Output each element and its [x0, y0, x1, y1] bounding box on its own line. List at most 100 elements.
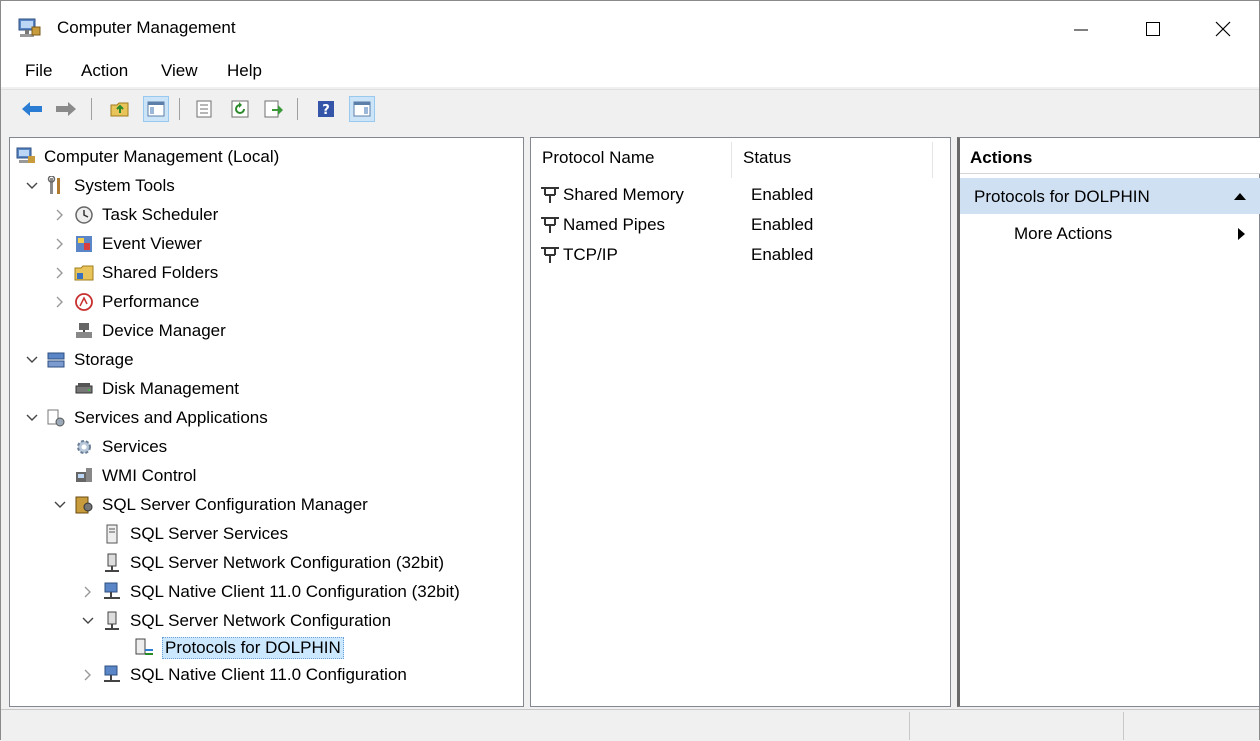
chevron-down-icon[interactable] — [24, 352, 40, 368]
tree-item-sql-native-client[interactable]: SQL Native Client 11.0 Configuration — [80, 662, 407, 688]
tree-item-performance[interactable]: Performance — [52, 289, 199, 315]
collapse-up-icon[interactable] — [1234, 192, 1246, 200]
chevron-down-icon[interactable] — [24, 410, 40, 426]
native-client-icon — [104, 665, 120, 682]
list-item[interactable]: Shared Memory Enabled — [539, 182, 939, 208]
chevron-right-icon[interactable] — [80, 667, 96, 683]
tree-label: Computer Management (Local) — [44, 147, 280, 166]
status-separator — [909, 712, 910, 740]
minimize-button[interactable] — [1051, 1, 1111, 57]
close-button[interactable] — [1193, 1, 1253, 57]
actions-section-protocols[interactable]: Protocols for DOLPHIN — [960, 178, 1260, 214]
list-item[interactable]: TCP/IP Enabled — [539, 242, 939, 268]
export-list-icon — [264, 100, 283, 118]
column-header-status[interactable]: Status — [743, 148, 791, 168]
toolbar-separator — [91, 98, 92, 120]
refresh-icon — [231, 100, 249, 118]
refresh-button[interactable] — [227, 96, 253, 122]
gear-icon — [77, 440, 91, 454]
submenu-arrow-icon[interactable] — [1238, 228, 1246, 240]
chevron-right-icon[interactable] — [52, 265, 68, 281]
tree-item-shared-folders[interactable]: Shared Folders — [52, 260, 218, 286]
tree-label: Protocols for DOLPHIN — [162, 637, 344, 659]
show-hide-action-pane-icon — [353, 101, 371, 117]
tree-label: Shared Folders — [102, 263, 219, 282]
back-button[interactable] — [19, 96, 45, 122]
computer-management-window: Computer Management File Action View Hel… — [0, 0, 1260, 741]
menu-file[interactable]: File — [25, 61, 52, 81]
window-title: Computer Management — [57, 18, 236, 37]
tree-label: SQL Native Client 11.0 Configuration (32… — [130, 582, 460, 601]
menu-help[interactable]: Help — [227, 61, 262, 81]
maximize-button[interactable] — [1123, 1, 1183, 57]
tree-label: SQL Server Configuration Manager — [102, 495, 368, 514]
protocols-icon — [135, 638, 153, 655]
chevron-right-icon[interactable] — [80, 584, 96, 600]
protocol-name: Shared Memory — [563, 185, 684, 204]
tree-item-sql-config-manager[interactable]: SQL Server Configuration Manager — [52, 492, 368, 518]
tree-label: WMI Control — [102, 466, 197, 485]
status-separator — [1123, 712, 1124, 740]
protocol-icon — [541, 217, 559, 233]
tree-item-system-tools[interactable]: System Tools — [24, 173, 175, 199]
menu-bar: File Action View Help — [1, 57, 1259, 87]
export-list-button[interactable] — [261, 96, 287, 122]
navigation-tree[interactable]: Computer Management (Local) System Tools… — [9, 137, 524, 707]
tree-item-services[interactable]: Services — [74, 434, 167, 460]
event-viewer-icon — [76, 236, 92, 252]
tree-label: SQL Server Network Configuration (32bit) — [130, 553, 445, 572]
chevron-right-icon[interactable] — [52, 236, 68, 252]
column-separator[interactable] — [932, 142, 933, 178]
chevron-down-icon[interactable] — [80, 613, 96, 629]
chevron-down-icon[interactable] — [24, 178, 40, 194]
help-button[interactable]: ? — [313, 96, 339, 122]
menu-action[interactable]: Action — [81, 61, 128, 81]
tree-item-sql-server-services[interactable]: SQL Server Services — [102, 521, 288, 547]
protocol-name: Named Pipes — [563, 215, 666, 234]
forward-button[interactable] — [53, 96, 79, 122]
chevron-down-icon[interactable] — [52, 497, 68, 513]
native-client-icon — [104, 582, 120, 599]
properties-icon — [196, 100, 212, 118]
wmi-control-icon — [76, 468, 92, 482]
status-bar — [1, 709, 1259, 741]
column-header-protocol-name[interactable]: Protocol Name — [542, 148, 654, 168]
show-hide-action-pane-button[interactable] — [349, 96, 375, 122]
tree-item-storage[interactable]: Storage — [24, 347, 134, 373]
tree-item-services-and-applications[interactable]: Services and Applications — [24, 405, 268, 431]
device-manager-icon — [76, 323, 92, 338]
network-config-icon — [105, 611, 119, 630]
tree-label: Performance — [102, 292, 200, 311]
chevron-right-icon[interactable] — [52, 207, 68, 223]
clock-icon — [75, 206, 93, 224]
tree-item-device-manager[interactable]: Device Manager — [74, 318, 226, 344]
protocol-status: Enabled — [751, 245, 814, 264]
tree-item-sql-native-client-32[interactable]: SQL Native Client 11.0 Configuration (32… — [80, 579, 460, 605]
list-item[interactable]: Named Pipes Enabled — [539, 212, 939, 238]
title-bar[interactable]: Computer Management — [1, 1, 1259, 57]
protocol-icon — [541, 247, 559, 263]
tree-item-sql-network-config-32[interactable]: SQL Server Network Configuration (32bit) — [102, 550, 444, 576]
more-actions-item[interactable]: More Actions — [1014, 224, 1112, 244]
tree-item-event-viewer[interactable]: Event Viewer — [52, 231, 202, 257]
protocol-icon — [541, 187, 559, 203]
tree-item-task-scheduler[interactable]: Task Scheduler — [52, 202, 218, 228]
protocol-list[interactable]: Protocol Name Status Shared Memory Enabl… — [530, 137, 951, 707]
show-hide-tree-button[interactable] — [143, 96, 169, 122]
menu-view[interactable]: View — [161, 61, 198, 81]
computer-management-icon — [16, 147, 35, 163]
tree-item-protocols-for-dolphin[interactable]: Protocols for DOLPHIN — [134, 635, 344, 661]
performance-icon — [75, 293, 93, 311]
tree-item-computer-management[interactable]: Computer Management (Local) — [16, 144, 279, 170]
chevron-right-icon[interactable] — [52, 294, 68, 310]
tree-item-wmi-control[interactable]: WMI Control — [74, 463, 196, 489]
tree-item-disk-management[interactable]: Disk Management — [74, 376, 239, 402]
close-icon — [1215, 21, 1231, 37]
column-separator[interactable] — [731, 142, 732, 178]
show-hide-tree-icon — [147, 101, 165, 117]
tree-item-sql-network-config[interactable]: SQL Server Network Configuration — [80, 608, 391, 634]
properties-button[interactable] — [191, 96, 217, 122]
services-applications-icon — [47, 409, 65, 427]
computer-management-icon — [18, 18, 41, 37]
up-folder-button[interactable] — [107, 96, 133, 122]
